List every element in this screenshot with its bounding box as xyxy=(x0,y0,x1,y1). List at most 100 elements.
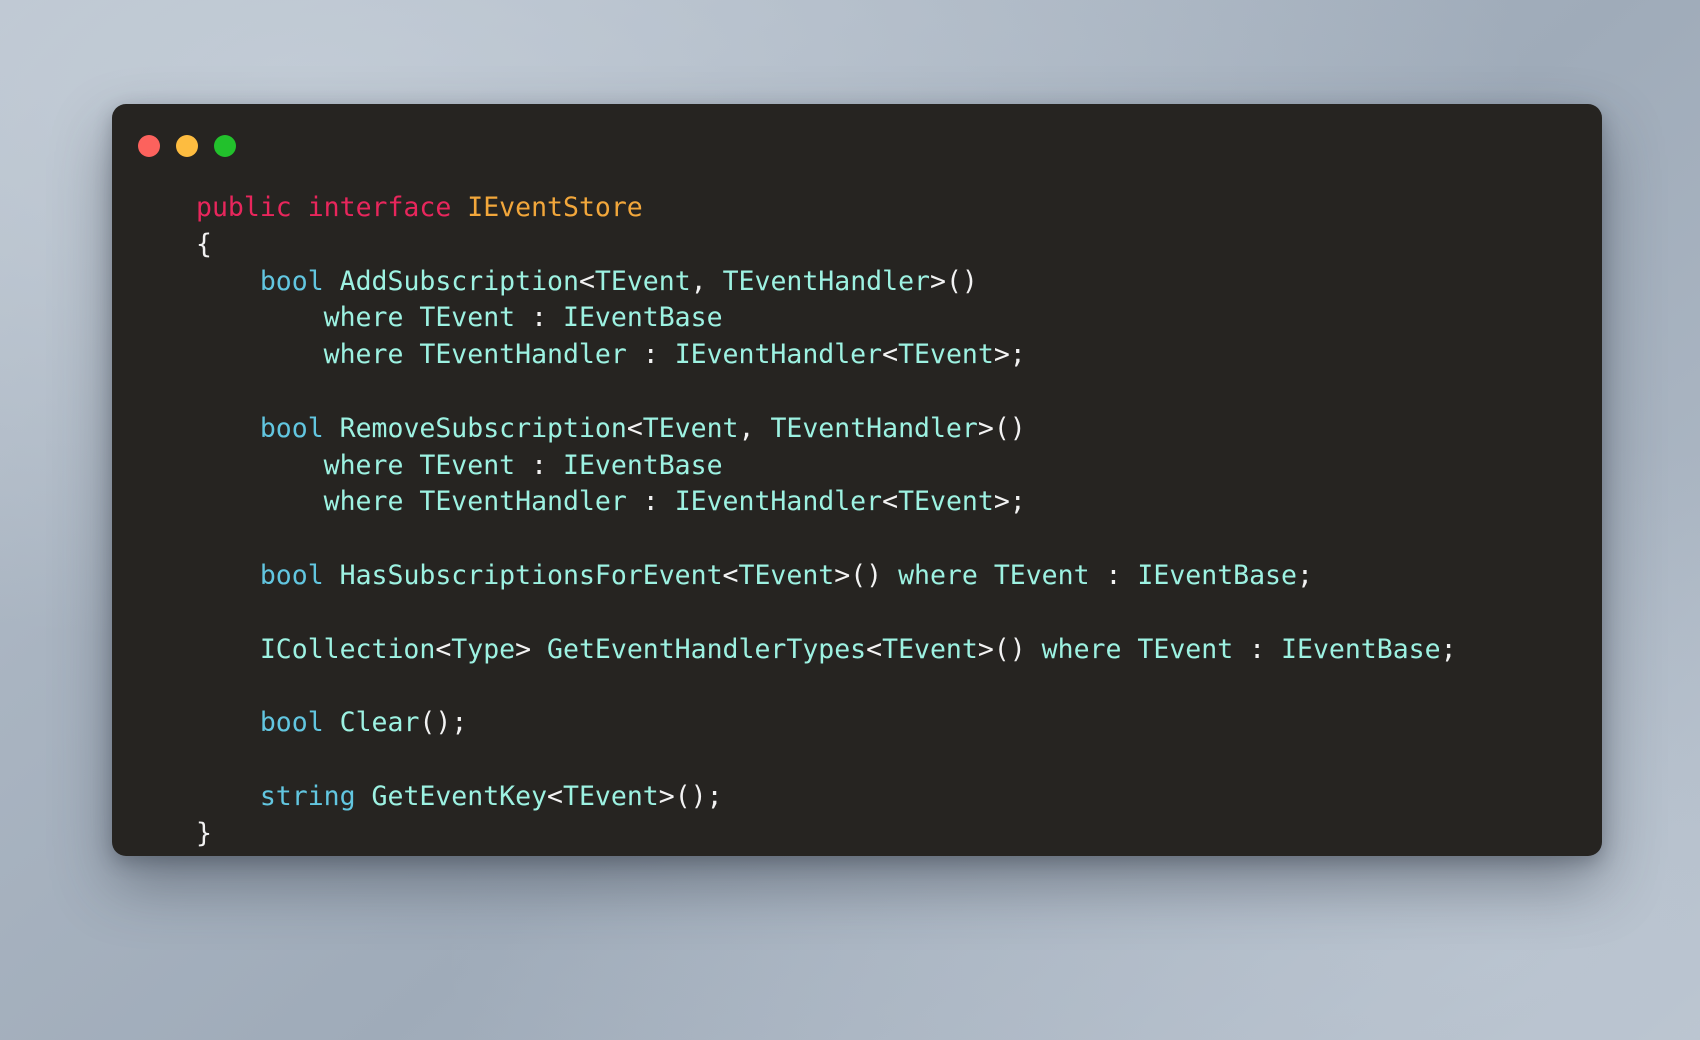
code-token: (); xyxy=(419,707,468,739)
code-line: where TEvent : IEventBase xyxy=(196,448,1602,485)
code-token: TEventHandler xyxy=(419,486,627,518)
code-token: string xyxy=(259,780,356,812)
code-token: TEvent xyxy=(594,265,691,297)
code-token: : xyxy=(626,339,675,371)
code-token: IEventBase xyxy=(1137,559,1297,591)
code-token: ICollection xyxy=(259,633,436,665)
code-token: >() xyxy=(977,412,1026,444)
window-titlebar xyxy=(112,104,1602,190)
code-token: < xyxy=(626,412,643,444)
code-token: < xyxy=(578,265,595,297)
code-token: : xyxy=(1233,633,1282,665)
code-line: where TEventHandler : IEventHandler<TEve… xyxy=(196,484,1602,521)
code-token: < xyxy=(722,559,739,591)
code-token: : xyxy=(626,486,675,518)
code-token: TEventHandler xyxy=(419,339,627,371)
code-line: } xyxy=(196,816,1602,853)
code-line: { xyxy=(196,227,1602,264)
code-token: bool xyxy=(259,559,324,591)
code-token: : xyxy=(1089,559,1138,591)
code-token: TEvent xyxy=(738,559,835,591)
code-token: IEventHandler xyxy=(674,486,883,518)
code-token: bool xyxy=(259,265,324,297)
code-token: IEventBase xyxy=(563,302,723,334)
code-token: : xyxy=(515,449,563,481)
close-window-icon[interactable] xyxy=(138,135,160,157)
code-token: where xyxy=(323,449,404,481)
code-token: } xyxy=(196,817,212,849)
code-line: bool HasSubscriptionsForEvent<TEvent>() … xyxy=(196,558,1602,595)
code-token: TEventHandler xyxy=(722,265,930,297)
code-token: TEvent xyxy=(882,633,978,665)
code-window: public interface IEventStore{ bool AddSu… xyxy=(112,104,1602,856)
code-token: >; xyxy=(993,339,1026,371)
code-token: ; xyxy=(1296,559,1313,591)
code-token: GetEventHandlerTypes xyxy=(547,633,867,665)
traffic-light-buttons xyxy=(138,135,236,157)
code-token: AddSubscription xyxy=(339,265,579,297)
code-token: IEventStore xyxy=(467,192,643,223)
code-token: >(); xyxy=(658,780,723,812)
code-token: : xyxy=(515,302,563,334)
code-token: , xyxy=(690,265,723,297)
code-token: IEventHandler xyxy=(674,339,883,371)
code-token: where xyxy=(323,486,404,518)
code-token: >() xyxy=(834,559,899,591)
code-token: >() xyxy=(930,265,978,297)
code-line: bool AddSubscription<TEvent, TEventHandl… xyxy=(196,264,1602,301)
code-token: GetEventKey xyxy=(371,780,548,812)
code-token: where xyxy=(898,559,978,591)
code-token: >() xyxy=(977,633,1042,665)
code-token: TEvent xyxy=(993,559,1090,591)
code-token: ; xyxy=(1440,633,1457,665)
code-token: < xyxy=(882,486,899,518)
code-token: TEventHandler xyxy=(770,412,978,444)
code-token: RemoveSubscription xyxy=(339,412,627,444)
code-token: >; xyxy=(993,486,1026,518)
code-line: public interface IEventStore xyxy=(196,190,1602,227)
code-token: < xyxy=(547,780,563,812)
code-line: bool Clear(); xyxy=(196,705,1602,742)
code-token: where xyxy=(1041,633,1122,665)
code-token: bool xyxy=(259,707,324,739)
code-token: Clear xyxy=(339,707,420,739)
code-token: HasSubscriptionsForEvent xyxy=(339,559,723,591)
code-line: where TEvent : IEventBase xyxy=(196,300,1602,337)
code-token: TEvent xyxy=(419,302,516,334)
code-token: TEvent xyxy=(563,780,659,812)
code-token: { xyxy=(196,228,212,260)
code-line: ICollection<Type> GetEventHandlerTypes<T… xyxy=(196,632,1602,669)
code-token: < xyxy=(435,633,452,665)
code-block[interactable]: public interface IEventStore{ bool AddSu… xyxy=(112,190,1602,852)
code-token: Type xyxy=(451,633,516,665)
code-token: , xyxy=(738,412,771,444)
code-token: where xyxy=(323,302,404,334)
maximize-window-icon[interactable] xyxy=(214,135,236,157)
code-token: TEvent xyxy=(898,486,994,518)
minimize-window-icon[interactable] xyxy=(176,135,198,157)
